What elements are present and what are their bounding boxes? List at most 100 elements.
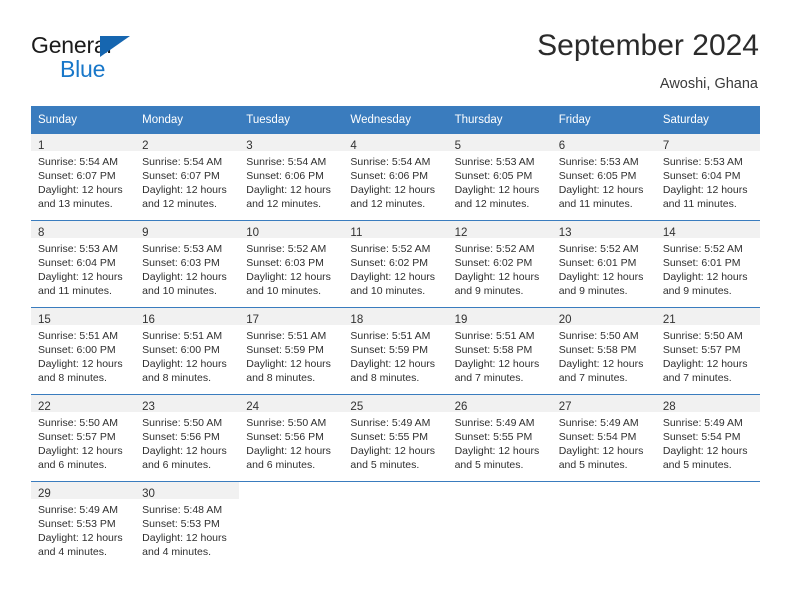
day-cell[interactable]: 12 Sunrise: 5:52 AM Sunset: 6:02 PM Dayl… [447,221,552,307]
day-cell[interactable]: 25 Sunrise: 5:49 AM Sunset: 5:55 PM Dayl… [343,395,448,481]
day-number: 15 [38,314,51,326]
day-cell[interactable]: 18 Sunrise: 5:51 AM Sunset: 5:59 PM Dayl… [343,308,448,394]
daylight-text-line2: and 5 minutes. [558,459,628,472]
day-details: Sunrise: 5:49 AM Sunset: 5:55 PM Dayligh… [343,412,447,472]
sunset-text: Sunset: 6:07 PM [142,170,220,183]
daylight-text-line2: and 8 minutes. [142,372,212,385]
day-details: Sunrise: 5:50 AM Sunset: 5:56 PM Dayligh… [135,412,239,472]
day-cell[interactable]: 29 Sunrise: 5:49 AM Sunset: 5:53 PM Dayl… [31,482,136,568]
day-cell[interactable]: 9 Sunrise: 5:53 AM Sunset: 6:03 PM Dayli… [135,221,240,307]
day-cell[interactable]: 4 Sunrise: 5:54 AM Sunset: 6:06 PM Dayli… [343,134,448,220]
day-details: Sunrise: 5:54 AM Sunset: 6:06 PM Dayligh… [343,151,447,211]
sunset-text: Sunset: 5:53 PM [38,518,116,531]
general-blue-logo[interactable]: General Blue [31,32,211,84]
day-number-band: 20 [551,308,656,326]
day-number: 6 [558,140,566,152]
day-details: Sunrise: 5:50 AM Sunset: 5:56 PM Dayligh… [239,412,343,472]
sunset-text: Sunset: 6:00 PM [38,344,116,357]
day-number-band: 12 [447,221,552,239]
day-number-band: 25 [343,395,448,413]
day-details: Sunrise: 5:48 AM Sunset: 5:53 PM Dayligh… [135,499,239,559]
day-number-band [239,482,343,499]
day-number: 23 [142,401,155,413]
sunset-text: Sunset: 5:59 PM [350,344,429,357]
day-cell[interactable]: 5 Sunrise: 5:53 AM Sunset: 6:05 PM Dayli… [447,134,552,220]
sunrise-text: Sunrise: 5:54 AM [246,156,327,168]
daylight-text-line2: and 11 minutes. [558,198,633,211]
daylight-text-line1: Daylight: 12 hours [246,271,331,284]
day-cell[interactable]: 21 Sunrise: 5:50 AM Sunset: 5:57 PM Dayl… [655,308,760,394]
weekday-header-sunday: Sunday [31,106,136,134]
day-cell-empty [343,482,448,568]
day-number: 19 [454,314,468,326]
day-details: Sunrise: 5:54 AM Sunset: 6:07 PM Dayligh… [135,151,239,211]
day-number-band: 14 [655,221,760,239]
day-cell[interactable]: 17 Sunrise: 5:51 AM Sunset: 5:59 PM Dayl… [239,308,344,394]
day-number-band: 1 [31,134,136,152]
day-cell[interactable]: 11 Sunrise: 5:52 AM Sunset: 6:02 PM Dayl… [343,221,448,307]
daylight-text-line2: and 5 minutes. [454,459,524,472]
daylight-text-line1: Daylight: 12 hours [558,271,644,284]
day-number-band: 16 [135,308,240,326]
day-cell[interactable]: 24 Sunrise: 5:50 AM Sunset: 5:56 PM Dayl… [239,395,344,481]
day-cell[interactable]: 20 Sunrise: 5:50 AM Sunset: 5:58 PM Dayl… [551,308,656,394]
day-number: 9 [142,227,149,239]
daylight-text-line1: Daylight: 12 hours [454,184,540,197]
sunrise-text: Sunrise: 5:50 AM [38,417,118,429]
day-cell[interactable]: 14 Sunrise: 5:52 AM Sunset: 6:01 PM Dayl… [655,221,760,307]
day-cell[interactable]: 15 Sunrise: 5:51 AM Sunset: 6:00 PM Dayl… [31,308,136,394]
daylight-text-line1: Daylight: 12 hours [350,445,436,458]
daylight-text-line2: and 12 minutes. [350,198,426,211]
daylight-text-line1: Daylight: 12 hours [246,184,331,197]
day-cell[interactable]: 26 Sunrise: 5:49 AM Sunset: 5:55 PM Dayl… [447,395,552,481]
sunrise-text: Sunrise: 5:52 AM [662,243,743,255]
daylight-text-line2: and 9 minutes. [454,285,524,298]
day-cell[interactable]: 1 Sunrise: 5:54 AM Sunset: 6:07 PM Dayli… [31,134,136,220]
day-cell[interactable]: 19 Sunrise: 5:51 AM Sunset: 5:58 PM Dayl… [447,308,552,394]
sunrise-text: Sunrise: 5:50 AM [142,417,223,429]
weekday-header-row: Sunday Monday Tuesday Wednesday Thursday… [31,106,760,134]
day-number-band: 4 [343,134,448,152]
sunrise-text: Sunrise: 5:54 AM [38,156,118,168]
daylight-text-line1: Daylight: 12 hours [38,445,123,458]
sunset-text: Sunset: 6:04 PM [38,257,116,270]
day-cell[interactable]: 22 Sunrise: 5:50 AM Sunset: 5:57 PM Dayl… [31,395,136,481]
day-number-band: 6 [551,134,656,152]
day-number: 20 [558,314,572,326]
day-number-band: 26 [447,395,552,413]
day-number: 29 [38,488,51,500]
sunrise-text: Sunrise: 5:51 AM [454,330,535,342]
day-cell[interactable]: 16 Sunrise: 5:51 AM Sunset: 6:00 PM Dayl… [135,308,240,394]
day-cell[interactable]: 3 Sunrise: 5:54 AM Sunset: 6:06 PM Dayli… [239,134,344,220]
day-details: Sunrise: 5:50 AM Sunset: 5:57 PM Dayligh… [31,412,135,472]
day-cell[interactable]: 30 Sunrise: 5:48 AM Sunset: 5:53 PM Dayl… [135,482,240,568]
day-number: 13 [558,227,572,239]
sunset-text: Sunset: 5:56 PM [246,431,324,444]
sunrise-text: Sunrise: 5:50 AM [662,330,743,342]
day-number-band: 19 [447,308,552,326]
day-cell[interactable]: 27 Sunrise: 5:49 AM Sunset: 5:54 PM Dayl… [551,395,656,481]
day-cell[interactable]: 2 Sunrise: 5:54 AM Sunset: 6:07 PM Dayli… [135,134,240,220]
day-details: Sunrise: 5:49 AM Sunset: 5:53 PM Dayligh… [31,499,135,559]
day-number: 21 [662,314,676,326]
daylight-text-line1: Daylight: 12 hours [662,184,748,197]
day-number-band: 13 [551,221,656,239]
day-cell[interactable]: 10 Sunrise: 5:52 AM Sunset: 6:03 PM Dayl… [239,221,344,307]
day-details: Sunrise: 5:51 AM Sunset: 6:00 PM Dayligh… [31,325,135,385]
day-details: Sunrise: 5:53 AM Sunset: 6:05 PM Dayligh… [448,151,552,211]
day-number: 18 [350,314,364,326]
day-number-band: 3 [239,134,344,152]
day-cell[interactable]: 7 Sunrise: 5:53 AM Sunset: 6:04 PM Dayli… [655,134,760,220]
day-cell[interactable]: 23 Sunrise: 5:50 AM Sunset: 5:56 PM Dayl… [135,395,240,481]
sunset-text: Sunset: 6:06 PM [350,170,429,183]
sunset-text: Sunset: 5:54 PM [662,431,741,444]
day-cell[interactable]: 8 Sunrise: 5:53 AM Sunset: 6:04 PM Dayli… [31,221,136,307]
day-number-band: 17 [239,308,344,326]
daylight-text-line2: and 5 minutes. [662,459,732,472]
day-cell[interactable]: 28 Sunrise: 5:49 AM Sunset: 5:54 PM Dayl… [655,395,760,481]
day-number-band [656,482,760,499]
day-number-band: 7 [655,134,760,152]
day-number-band: 24 [239,395,344,413]
day-cell[interactable]: 6 Sunrise: 5:53 AM Sunset: 6:05 PM Dayli… [551,134,656,220]
day-cell[interactable]: 13 Sunrise: 5:52 AM Sunset: 6:01 PM Dayl… [551,221,656,307]
